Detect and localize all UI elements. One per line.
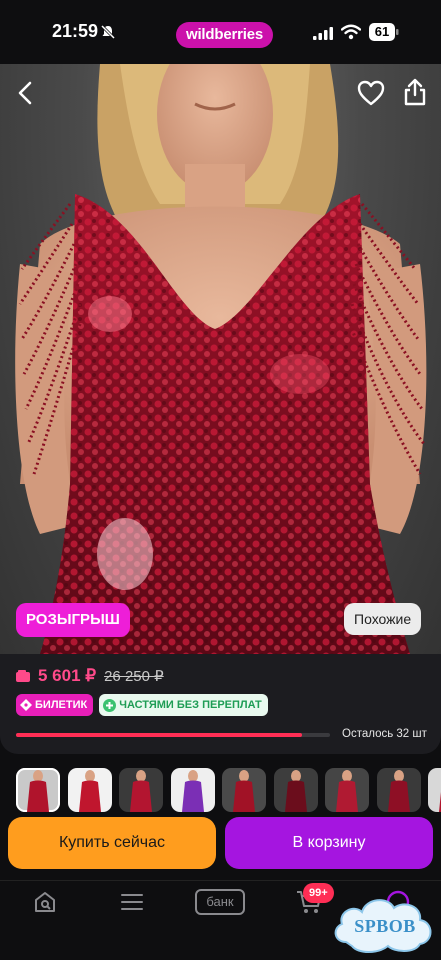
similar-products-button[interactable]: Похожие [344, 603, 422, 635]
promo-tags: БИЛЕТИК ЧАСТЯМИ БЕЗ ПЕРЕПЛАТ [16, 694, 268, 716]
product-photo [15, 64, 427, 654]
search-home-icon[interactable] [33, 890, 57, 914]
bell-muted-icon [100, 24, 116, 40]
installments-tag-label: ЧАСТЯМИ БЕЗ ПЕРЕПЛАТ [119, 699, 262, 711]
product-thumbnail[interactable] [428, 768, 441, 812]
product-page: 21:59 wildberries 61 РОЗЫГРЫШ Похожие 5 … [0, 0, 441, 960]
share-icon[interactable] [403, 78, 427, 106]
add-to-cart-button[interactable]: В корзину [225, 817, 433, 869]
menu-icon[interactable] [121, 893, 143, 911]
bank-nav-button[interactable]: банк [195, 889, 245, 915]
current-price: 5 601 ₽ [38, 666, 97, 685]
product-thumbnail[interactable] [170, 768, 215, 812]
product-thumbnail[interactable] [119, 768, 163, 812]
installments-tag[interactable]: ЧАСТЯМИ БЕЗ ПЕРЕПЛАТ [99, 694, 268, 716]
favorite-heart-icon[interactable] [357, 80, 385, 106]
product-thumbnail[interactable] [222, 768, 266, 812]
brand-logo[interactable]: wildberries [176, 22, 273, 48]
price-row[interactable]: 5 601 ₽ 26 250 ₽ [16, 666, 164, 686]
plus-icon [103, 698, 117, 712]
buy-now-button[interactable]: Купить сейчас [8, 817, 216, 869]
back-icon[interactable] [14, 80, 38, 106]
product-image-gallery[interactable] [0, 64, 441, 654]
product-thumbnail[interactable] [273, 768, 318, 812]
cellular-signal-icon [313, 27, 333, 40]
wifi-icon [341, 24, 361, 40]
product-thumbnail[interactable] [325, 768, 369, 812]
watermark-label: SPBOB [354, 916, 416, 936]
old-price: 26 250 ₽ [104, 668, 164, 685]
stock-progress-fill [16, 733, 302, 737]
thumbnail-strip[interactable] [0, 768, 441, 814]
battery-icon: 61 [369, 23, 399, 41]
stock-progress-bar [16, 733, 330, 737]
product-thumbnail[interactable] [67, 768, 112, 812]
product-thumbnail[interactable] [16, 768, 60, 812]
stock-remaining: Осталось 32 шт [342, 728, 427, 740]
wallet-icon [16, 670, 30, 682]
ticket-tag-label: БИЛЕТИК [35, 699, 88, 711]
ticket-icon [20, 699, 32, 711]
ticket-tag[interactable]: БИЛЕТИК [16, 694, 94, 716]
clock: 21:59 [52, 21, 99, 41]
battery-level: 61 [374, 24, 390, 39]
giveaway-badge[interactable]: РОЗЫГРЫШ [16, 603, 130, 637]
product-thumbnail[interactable] [376, 768, 421, 812]
status-bar: 21:59 wildberries 61 [0, 0, 441, 64]
